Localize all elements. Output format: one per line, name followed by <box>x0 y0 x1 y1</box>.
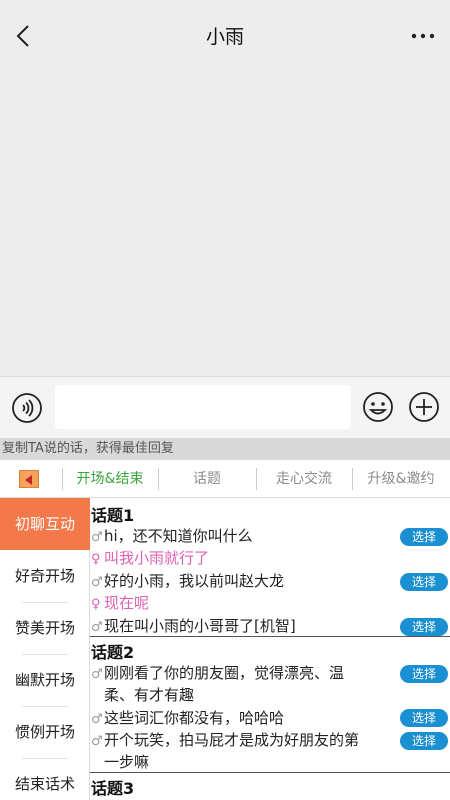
select-button[interactable]: 选择 <box>400 709 448 727</box>
reply-text-continued: 柔、有才有趣 <box>104 686 195 704</box>
message-input[interactable] <box>55 385 351 429</box>
male-symbol-icon: ♂ <box>91 712 103 727</box>
reply-text: hi，还不知道你叫什么 <box>104 527 253 545</box>
reply-line-male[interactable]: ♂这些词汇你都没有，哈哈哈 <box>91 707 391 731</box>
male-symbol-icon: ♂ <box>91 530 103 545</box>
select-button[interactable]: 选择 <box>400 528 448 546</box>
category-ending-lines[interactable]: 结束话术 <box>0 758 90 800</box>
reply-text: 现在叫小雨的小哥哥了[机智] <box>104 617 296 635</box>
reply-line-male[interactable]: ♂hi，还不知道你叫什么 <box>91 525 391 549</box>
male-symbol-icon: ♂ <box>91 734 103 749</box>
category-routine-opening[interactable]: 惯例开场 <box>0 706 90 758</box>
reply-text: 现在呢 <box>104 594 150 612</box>
topic-title: 话题2 <box>91 643 135 662</box>
topic-title: 话题3 <box>91 779 135 798</box>
tab-heart-talk[interactable]: 走心交流 <box>256 460 352 498</box>
tab-topics[interactable]: 话题 <box>158 460 256 498</box>
chat-title: 小雨 <box>205 26 244 48</box>
male-symbol-icon: ♂ <box>91 575 103 590</box>
category-curious-opening[interactable]: 好奇开场 <box>0 550 90 602</box>
select-button[interactable]: 选择 <box>400 665 448 683</box>
female-symbol-icon: ♀ <box>91 552 101 567</box>
reply-text: 这些词汇你都没有，哈哈哈 <box>104 709 285 727</box>
topic-title: 话题1 <box>91 506 135 525</box>
topic-list: 话题1 ♂hi，还不知道你叫什么 选择 ♀ 叫我小雨就行了 ♂好的小雨，我以前叫赵… <box>90 498 450 800</box>
voice-input-icon[interactable] <box>11 392 43 424</box>
emoji-icon[interactable] <box>362 391 394 423</box>
topic-divider <box>90 772 450 773</box>
select-button[interactable]: 选择 <box>400 573 448 591</box>
reply-line-female: ♀ 叫我小雨就行了 <box>91 547 391 571</box>
tab-opening-ending[interactable]: 开场&结束 <box>62 460 158 498</box>
category-tabs: 开场&结束 话题 走心交流 升级&邀约 <box>0 460 450 498</box>
chat-message-area[interactable] <box>0 72 450 376</box>
topic-divider <box>90 636 450 637</box>
reply-text: 好的小雨，我以前叫赵大龙 <box>104 572 285 590</box>
category-praise-opening[interactable]: 赞美开场 <box>0 602 90 654</box>
reply-line-female: ♀ 现在呢 <box>91 592 391 616</box>
add-more-icon[interactable] <box>408 391 440 423</box>
category-sidebar: 初聊互动 好奇开场 赞美开场 幽默开场 惯例开场 结束话术 <box>0 498 90 800</box>
reply-text: 叫我小雨就行了 <box>104 549 210 567</box>
category-humor-opening[interactable]: 幽默开场 <box>0 654 90 706</box>
tip-banner: 复制TA说的话，获得最佳回复 <box>0 438 450 460</box>
reply-text: 开个玩笑，拍马屁才是成为好朋友的第 <box>104 731 360 749</box>
nav-bar: 小雨 <box>0 0 450 72</box>
reply-line-male[interactable]: ♂好的小雨，我以前叫赵大龙 <box>91 570 391 594</box>
tab-upgrade-invite[interactable]: 升级&邀约 <box>352 460 450 498</box>
reply-text: 刚刚看了你的朋友圈，觉得漂亮、温 <box>104 664 345 682</box>
select-button[interactable]: 选择 <box>400 732 448 750</box>
male-symbol-icon: ♂ <box>91 667 103 682</box>
select-button[interactable]: 选择 <box>400 618 448 636</box>
reply-line-male[interactable]: ♂开个玩笑，拍马屁才是成为好朋友的第 <box>91 729 391 753</box>
category-first-chat[interactable]: 初聊互动 <box>0 498 90 550</box>
reply-text-continued: 一步嘛 <box>104 753 150 771</box>
input-bar <box>0 376 450 438</box>
more-options-icon[interactable] <box>408 24 438 48</box>
tab-left-arrow-icon[interactable] <box>19 470 39 488</box>
female-symbol-icon: ♀ <box>91 597 101 612</box>
reply-line-male[interactable]: ♂刚刚看了你的朋友圈，觉得漂亮、温 <box>91 662 391 686</box>
